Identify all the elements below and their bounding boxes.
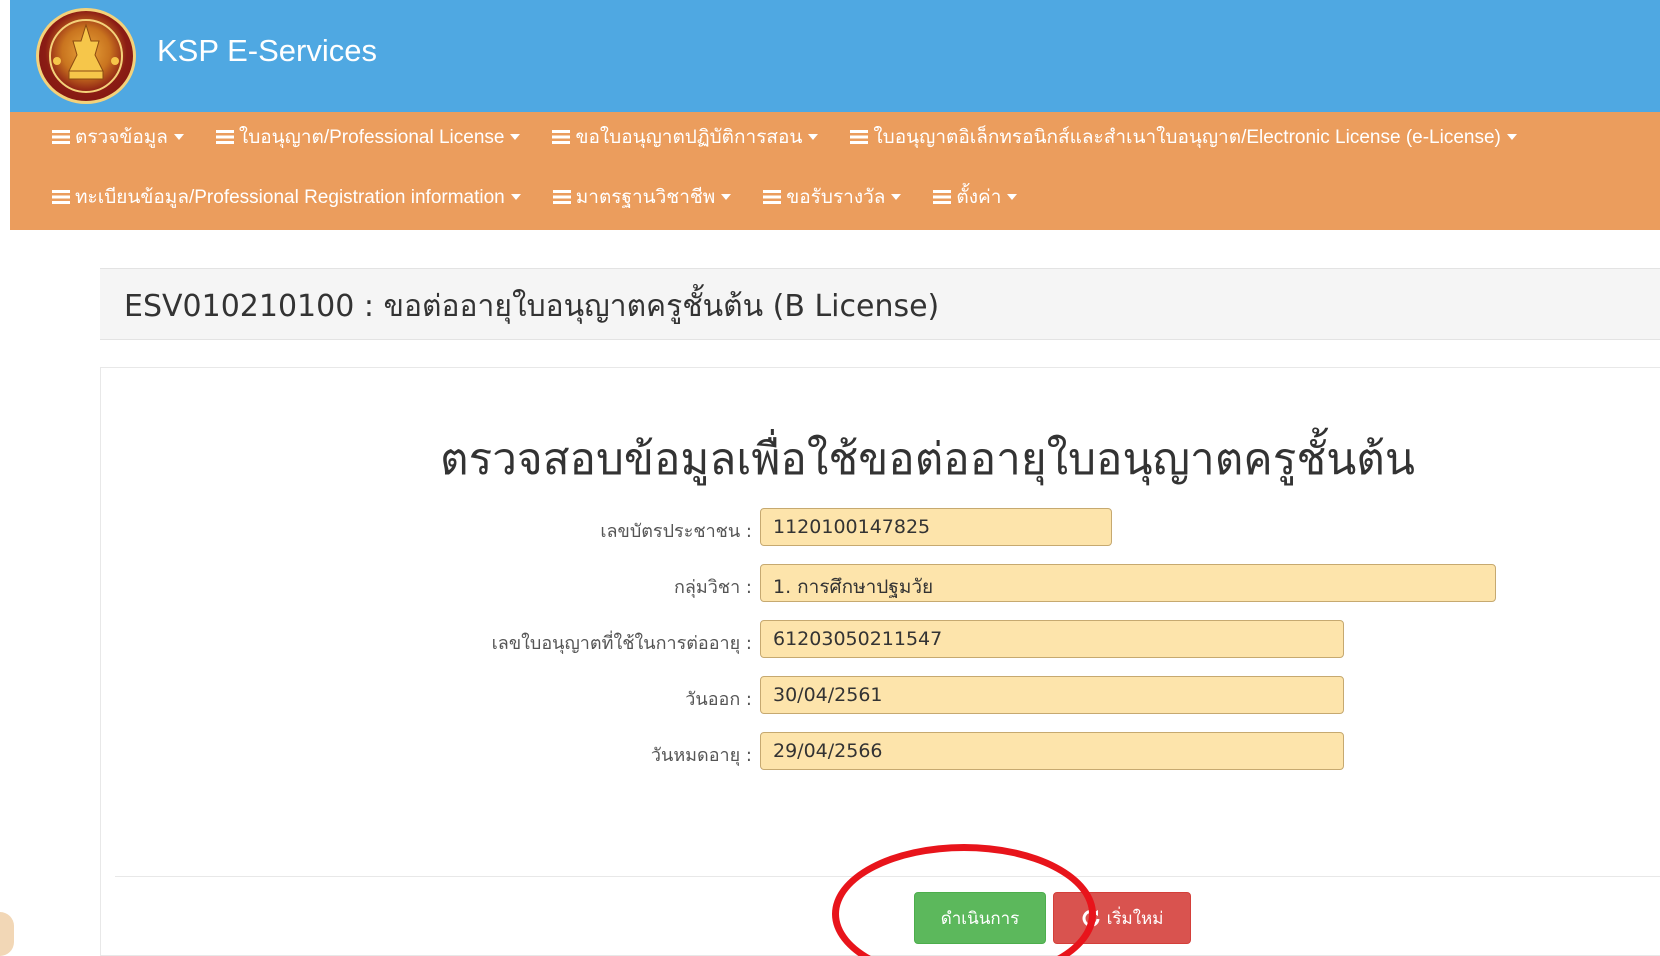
citizen-id-field[interactable]: 1120100147825 bbox=[760, 508, 1112, 546]
nav-awards[interactable]: ขอรับรางวัล bbox=[763, 182, 902, 212]
reset-button[interactable]: เริ่มใหม่ bbox=[1053, 892, 1191, 944]
nav-professional-license[interactable]: ใบอนุญาต/Professional License bbox=[215, 122, 521, 152]
caret-down-icon bbox=[173, 134, 184, 140]
nav-label: ตั้งค่า bbox=[956, 187, 1002, 208]
form-divider bbox=[115, 876, 1660, 877]
menu-list-icon bbox=[933, 190, 952, 204]
nav-label: ขอรับรางวัล bbox=[786, 187, 886, 208]
field-label: วันหมดอายุ : bbox=[650, 745, 752, 766]
field-row-citizen-id: เลขบัตรประชาชน : 1120100147825 bbox=[0, 508, 1660, 546]
caret-down-icon bbox=[510, 194, 521, 200]
expiry-date-field[interactable]: 29/04/2566 bbox=[760, 732, 1344, 770]
menu-list-icon bbox=[552, 130, 571, 144]
nav-label: ขอใบอนุญาตปฏิบัติการสอน bbox=[575, 127, 803, 148]
reset-label: เริ่มใหม่ bbox=[1106, 908, 1164, 929]
caret-down-icon bbox=[808, 134, 819, 140]
page-title-panel: ESV010210100 : ขอต่ออายุใบอนุญาตครูชั้นต… bbox=[100, 268, 1660, 340]
brand-title[interactable]: KSP E-Services bbox=[157, 33, 377, 69]
menu-list-icon bbox=[52, 190, 70, 204]
nav-row-2: ทะเบียนข้อมูล/Professional Registration … bbox=[52, 172, 1049, 222]
nav-teaching-permit[interactable]: ขอใบอนุญาตปฏิบัติการสอน bbox=[552, 122, 819, 152]
field-label: วันออก : bbox=[685, 689, 752, 710]
nav-check-data[interactable]: ตรวจข้อมูล bbox=[52, 122, 184, 152]
menu-list-icon bbox=[552, 190, 571, 204]
nav-registration-info[interactable]: ทะเบียนข้อมูล/Professional Registration … bbox=[52, 182, 521, 212]
field-row-expiry-date: วันหมดอายุ : 29/04/2566 bbox=[0, 732, 1660, 770]
menu-list-icon bbox=[215, 130, 234, 144]
issue-date-field[interactable]: 30/04/2561 bbox=[760, 676, 1344, 714]
menu-list-icon bbox=[763, 190, 782, 204]
form-heading: ตรวจสอบข้อมูลเพื่อใช้ขอต่ออายุใบอนุญาตคร… bbox=[440, 434, 1415, 485]
license-number-field[interactable]: 61203050211547 bbox=[760, 620, 1344, 658]
menu-list-icon bbox=[52, 130, 70, 144]
nav-label: ทะเบียนข้อมูล/Professional Registration … bbox=[75, 187, 505, 208]
nav-electronic-license[interactable]: ใบอนุญาตอิเล็กทรอนิกส์และสำเนาใบอนุญาต/E… bbox=[850, 122, 1517, 152]
caret-down-icon bbox=[721, 194, 732, 200]
proceed-button[interactable]: ดำเนินการ bbox=[914, 892, 1046, 944]
ksp-emblem-icon[interactable] bbox=[36, 8, 136, 104]
field-label: กลุ่มวิชา : bbox=[673, 577, 752, 598]
page-title: ESV010210100 : ขอต่ออายุใบอนุญาตครูชั้นต… bbox=[124, 289, 940, 324]
subject-group-field[interactable]: 1. การศึกษาปฐมวัย bbox=[760, 564, 1496, 602]
caret-down-icon bbox=[1506, 134, 1517, 140]
menu-list-icon bbox=[850, 130, 869, 144]
nav-row-1: ตรวจข้อมูล ใบอนุญาต/Professional License… bbox=[52, 112, 1549, 162]
nav-settings[interactable]: ตั้งค่า bbox=[933, 182, 1018, 212]
field-row-subject-group: กลุ่มวิชา : 1. การศึกษาปฐมวัย bbox=[0, 564, 1660, 602]
refresh-icon bbox=[1082, 909, 1100, 927]
field-label: เลขบัตรประชาชน : bbox=[600, 521, 752, 542]
nav-label: ใบอนุญาตอิเล็กทรอนิกส์และสำเนาใบอนุญาต/E… bbox=[873, 127, 1501, 148]
caret-down-icon bbox=[510, 134, 521, 140]
corner-decoration bbox=[0, 912, 14, 956]
nav-label: ตรวจข้อมูล bbox=[75, 127, 168, 148]
caret-down-icon bbox=[891, 194, 902, 200]
proceed-label: ดำเนินการ bbox=[940, 908, 1020, 929]
nav-label: มาตรฐานวิชาชีพ bbox=[575, 187, 716, 208]
nav-label: ใบอนุญาต/Professional License bbox=[238, 127, 505, 148]
field-label: เลขใบอนุญาตที่ใช้ในการต่ออายุ : bbox=[491, 633, 752, 654]
nav-professional-standards[interactable]: มาตรฐานวิชาชีพ bbox=[552, 182, 732, 212]
caret-down-icon bbox=[1007, 194, 1018, 200]
field-row-issue-date: วันออก : 30/04/2561 bbox=[0, 676, 1660, 714]
field-row-license-number: เลขใบอนุญาตที่ใช้ในการต่ออายุ : 61203050… bbox=[0, 620, 1660, 658]
